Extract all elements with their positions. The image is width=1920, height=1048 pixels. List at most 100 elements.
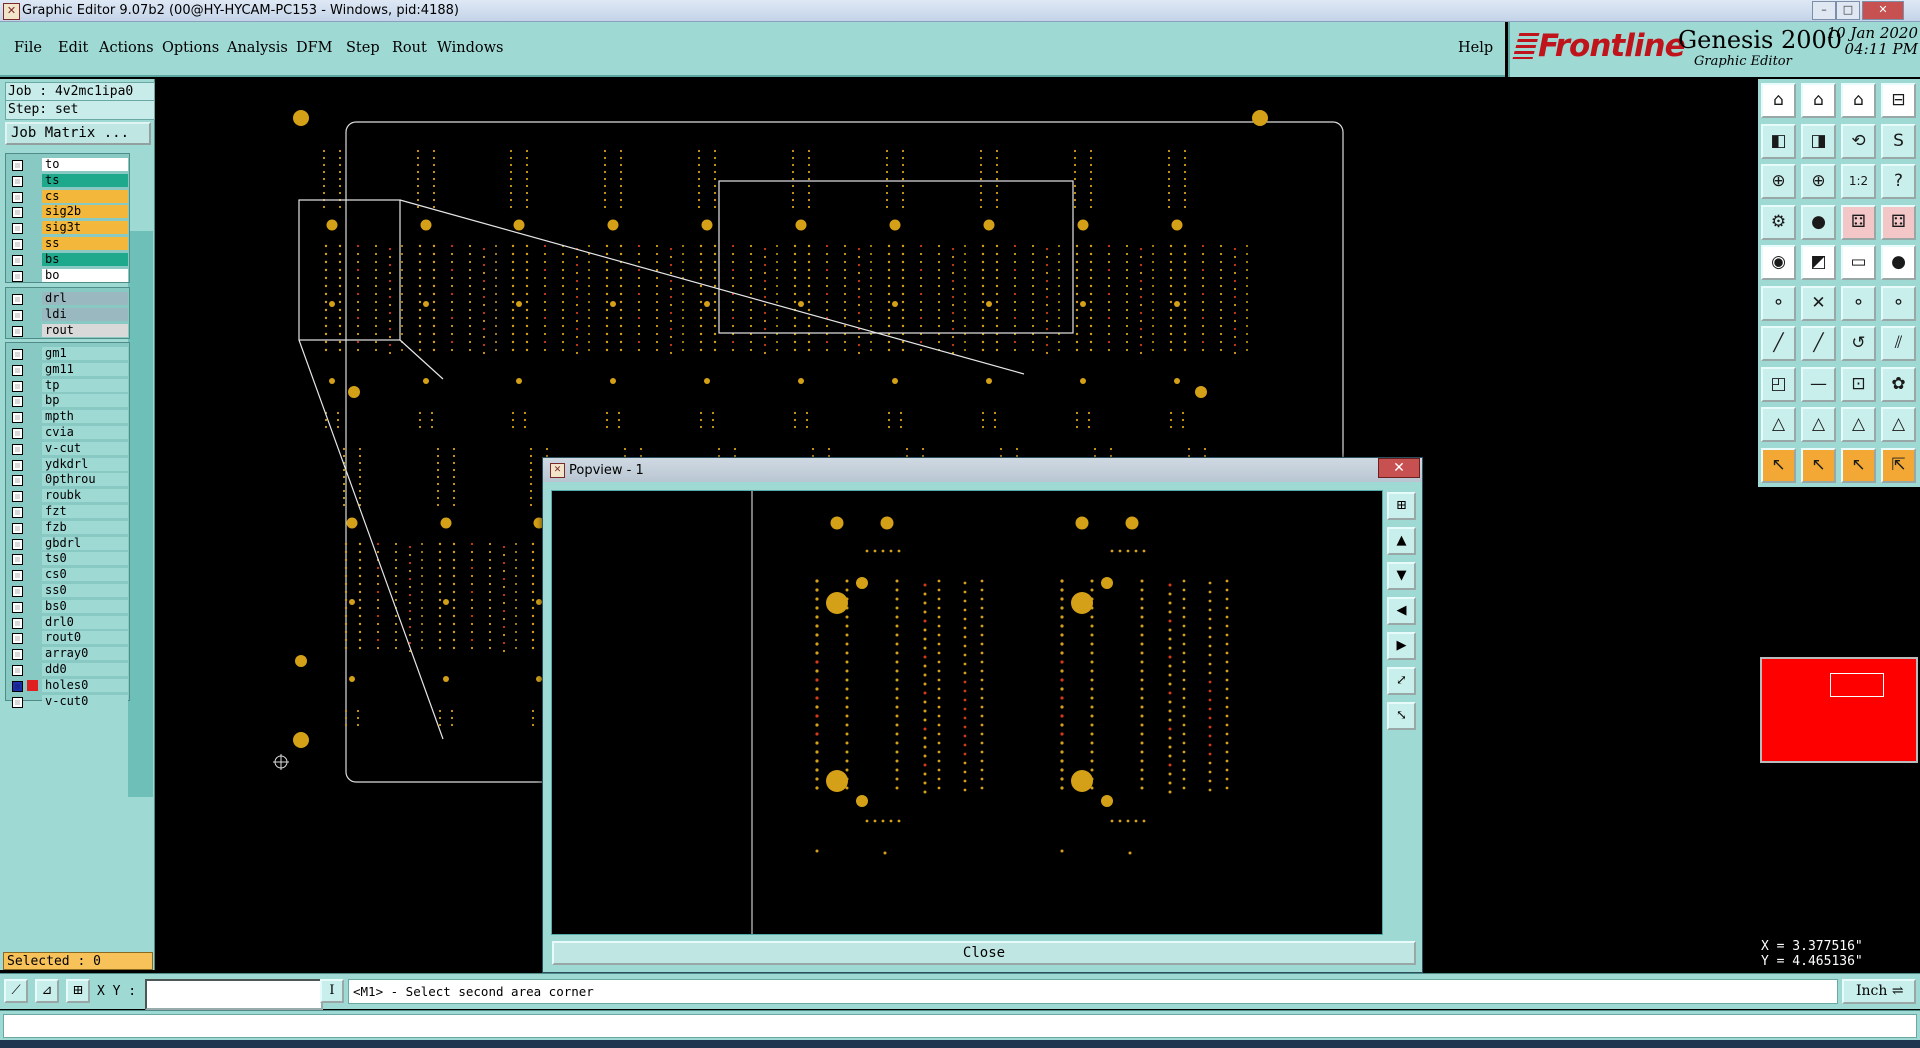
layer-checkbox[interactable] — [12, 412, 23, 424]
layer-name[interactable]: gm1 — [42, 347, 128, 360]
layer-name[interactable]: ldi — [42, 307, 128, 321]
layer-name[interactable]: rout — [42, 323, 128, 337]
layer-row-array0[interactable]: array0 — [6, 646, 129, 661]
dash-icon[interactable]: — — [1801, 366, 1836, 402]
layer-checkbox[interactable] — [12, 325, 23, 337]
snake-icon[interactable]: S — [1881, 123, 1916, 159]
menu-dfm[interactable]: DFM — [296, 40, 333, 56]
help-icon[interactable]: ? — [1881, 164, 1916, 199]
pointer-b-icon[interactable]: ↖ — [1801, 447, 1836, 483]
layer-checkbox[interactable] — [12, 223, 23, 235]
layer-checkbox[interactable] — [12, 443, 23, 455]
layer-row-v-cut0[interactable]: v-cut0 — [6, 694, 129, 709]
node-a-icon[interactable]: ⚬ — [1761, 285, 1796, 321]
record-icon[interactable]: ● — [1801, 204, 1836, 240]
settings-icon[interactable]: ⚙ — [1761, 204, 1796, 240]
layer-row-gm11[interactable]: gm11 — [6, 362, 129, 377]
triangle-a-icon[interactable]: △ — [1761, 407, 1796, 442]
layer-scrollbar[interactable] — [128, 231, 153, 797]
menu-windows[interactable]: Windows — [437, 40, 504, 56]
layer-name[interactable]: v-cut — [42, 441, 128, 455]
layer-checkbox[interactable] — [12, 459, 23, 471]
pop-pan-up-icon[interactable]: ▲ — [1387, 527, 1416, 555]
home-icon[interactable]: ⌂ — [1801, 83, 1836, 118]
layer-row-bs[interactable]: bs — [6, 252, 129, 267]
layer-row-drl[interactable]: drl — [6, 291, 129, 306]
layer-checkbox[interactable] — [12, 617, 23, 629]
layer-checkbox[interactable] — [12, 554, 23, 566]
measure-icon[interactable]: ⊡ — [1841, 366, 1876, 402]
layer-row-cvia[interactable]: cvia — [6, 425, 129, 440]
display-a-icon[interactable]: ⚃ — [1841, 204, 1876, 240]
layer-name[interactable]: dd0 — [42, 663, 128, 676]
layer-checkbox[interactable] — [12, 522, 23, 534]
menu-analysis[interactable]: Analysis — [227, 40, 288, 56]
close-window-button[interactable]: ✕ — [1862, 1, 1904, 20]
maximize-button[interactable]: □ — [1836, 1, 1860, 20]
move-left-icon[interactable]: ◧ — [1761, 123, 1796, 159]
home-icon[interactable]: ⌂ — [1841, 83, 1876, 118]
triangle-d-icon[interactable]: △ — [1881, 407, 1916, 442]
undo-icon[interactable]: ⟲ — [1841, 123, 1876, 159]
layer-name[interactable]: cvia — [42, 426, 128, 439]
layer-name[interactable]: bo — [42, 268, 128, 282]
node-c-icon[interactable]: ⚬ — [1881, 285, 1916, 321]
layer-checkbox[interactable] — [12, 364, 23, 376]
layer-name[interactable]: rout0 — [42, 631, 128, 645]
layer-name[interactable]: ydkdrl — [42, 457, 128, 471]
layer-checkbox[interactable] — [12, 175, 23, 187]
layer-row-ts[interactable]: ts — [6, 173, 129, 188]
layer-checkbox[interactable] — [12, 586, 23, 597]
layer-row-ss0[interactable]: ss0 — [6, 583, 129, 598]
overview-view-box[interactable] — [1830, 673, 1884, 697]
home-icon[interactable]: ⌂ — [1761, 83, 1796, 118]
center-icon[interactable]: ⊕ — [1801, 164, 1836, 199]
layer-name[interactable]: bs0 — [42, 599, 128, 613]
layer-name[interactable]: ss — [42, 237, 128, 250]
menu-actions[interactable]: Actions — [99, 40, 154, 56]
layer-row-v-cut[interactable]: v-cut — [6, 441, 129, 456]
layer-row-gm1[interactable]: gm1 — [6, 346, 129, 361]
layer-row-ts0[interactable]: ts0 — [6, 551, 129, 566]
layer-name[interactable]: drl0 — [42, 615, 128, 629]
delete-icon[interactable]: ✕ — [1801, 285, 1836, 321]
pointer-a-icon[interactable]: ↖ — [1761, 447, 1796, 483]
layer-checkbox[interactable] — [12, 601, 23, 613]
layer-name[interactable]: tp — [42, 378, 128, 392]
layer-checkbox[interactable] — [12, 649, 23, 661]
layer-row-bs0[interactable]: bs0 — [6, 599, 129, 614]
layer-checkbox[interactable] — [12, 696, 23, 708]
layer-checkbox[interactable] — [12, 380, 23, 392]
layer-name[interactable]: 0pthrou — [42, 473, 128, 487]
zoom-ratio-icon[interactable]: 1:2 — [1841, 164, 1876, 199]
info-icon[interactable]: I — [320, 979, 344, 1003]
feature-icon[interactable]: ◉ — [1761, 245, 1796, 280]
layer-row-roubk[interactable]: roubk — [6, 488, 129, 503]
layer-checkbox[interactable] — [12, 570, 23, 582]
dot-icon[interactable]: ● — [1881, 245, 1916, 280]
layer-checkbox[interactable] — [12, 349, 23, 360]
layer-checkbox[interactable] — [12, 239, 23, 250]
move-right-icon[interactable]: ◨ — [1801, 123, 1836, 159]
layer-checkbox[interactable] — [12, 254, 23, 266]
layer-name[interactable]: bp — [42, 394, 128, 408]
node-b-icon[interactable]: ⚬ — [1841, 285, 1876, 321]
pop-zoom-out-icon[interactable]: ⤡ — [1387, 702, 1416, 730]
pop-zoom-fit-icon[interactable]: ⊞ — [1387, 492, 1416, 520]
layer-row-gbdrl[interactable]: gbdrl — [6, 536, 129, 551]
layer-name[interactable]: sig3t — [42, 221, 128, 235]
layer-checkbox[interactable] — [12, 475, 23, 487]
layer-name[interactable]: cs — [42, 189, 128, 203]
layer-row-ss[interactable]: ss — [6, 236, 129, 251]
select-box-icon[interactable]: ◩ — [1801, 245, 1836, 280]
layer-row-fzt[interactable]: fzt — [6, 504, 129, 519]
layer-row-sig3t[interactable]: sig3t — [6, 220, 129, 235]
layer-name[interactable]: gm11 — [42, 362, 128, 376]
layout-icon[interactable]: ⊟ — [1881, 83, 1916, 118]
layer-row-ldi[interactable]: ldi — [6, 307, 129, 322]
layer-row-to[interactable]: to — [6, 157, 129, 172]
layer-name[interactable]: fzb — [42, 520, 128, 534]
pointer-d-icon[interactable]: ⇱ — [1881, 447, 1916, 483]
pop-pan-down-icon[interactable]: ▼ — [1387, 562, 1416, 590]
layer-name[interactable]: gbdrl — [42, 536, 128, 550]
